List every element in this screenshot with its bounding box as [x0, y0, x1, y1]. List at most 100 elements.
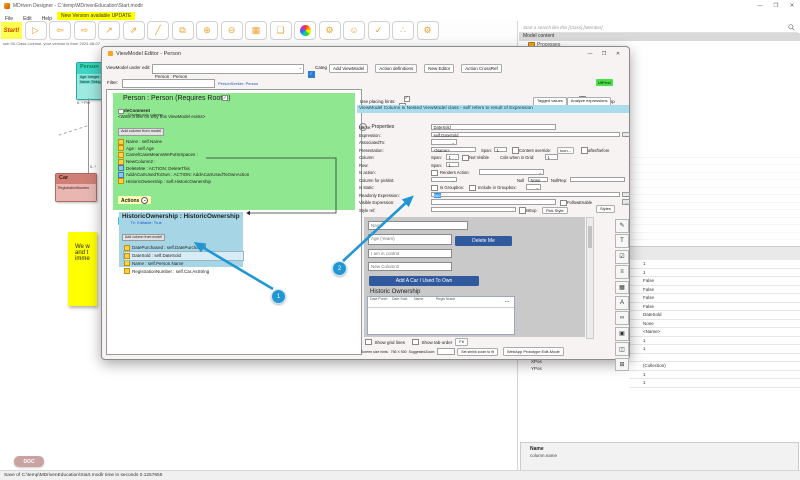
enum-icon[interactable]: ≡	[615, 265, 629, 279]
presentation-span-input[interactable]: 1	[494, 146, 507, 153]
preview-table[interactable]: Date Purch Date Sold Name Regis Numb ...	[367, 296, 515, 335]
viewmodel-select[interactable]: Person : Person	[152, 64, 304, 79]
preview-name-field[interactable]: Name	[368, 221, 468, 230]
cols-when-grid-input[interactable]: 1	[545, 154, 558, 160]
property-grid-row[interactable]: False	[629, 277, 800, 286]
isexp-checkbox[interactable]	[519, 207, 526, 214]
add-column-button[interactable]: Add column from model	[118, 128, 165, 136]
pick-style-button[interactable]: Pick Style	[542, 206, 568, 214]
arrow-left-icon[interactable]: ⇦	[49, 21, 71, 40]
maximize-button[interactable]: ❐	[768, 0, 784, 12]
column-span-input[interactable]: 1	[446, 154, 459, 160]
viewmodel-column-row[interactable]: NewColumn2 :	[118, 158, 355, 165]
doc-tab[interactable]: DOC	[14, 456, 44, 467]
not-visible-checkbox[interactable]	[462, 154, 469, 161]
line-tool-icon[interactable]: ╱	[147, 21, 169, 40]
associated-select[interactable]	[431, 139, 457, 145]
preview-table-header[interactable]: Date Purch	[368, 297, 390, 307]
visible-expression-input[interactable]	[431, 199, 556, 205]
content-override-checkbox[interactable]	[512, 147, 519, 154]
is-action-checkbox[interactable]	[431, 169, 438, 176]
property-grid-row[interactable]: 1	[629, 345, 800, 354]
viewmodel-column-row[interactable]: DeleteMe : ACTION: DeleteThis	[118, 165, 355, 172]
picture-icon[interactable]: ◫	[615, 342, 629, 356]
is-groupbox-checkbox[interactable]	[469, 184, 476, 191]
zoom-in-icon[interactable]: ⊕	[196, 21, 218, 40]
comment-hint[interactable]: <Write a line on why this ViewModel exis…	[118, 114, 355, 120]
sticky-note[interactable]: We w and t imme	[68, 232, 97, 306]
property-grid-row[interactable]	[629, 354, 800, 362]
settings-gear-icon[interactable]: ⚙	[416, 21, 439, 40]
preview-delete-button[interactable]: Delete Me	[455, 236, 512, 246]
dialog-close-button[interactable]: ✕	[611, 51, 625, 57]
checkbox-icon[interactable]: ☑	[615, 249, 629, 264]
preview-add-car-button[interactable]: Add A Car I Used To Own	[369, 276, 479, 286]
property-grid-row[interactable]: <Name>	[629, 328, 800, 337]
shrink-zoom-button[interactable]: Set shrink zoom to fit	[457, 347, 498, 356]
property-grid-row[interactable]: False	[629, 303, 800, 311]
nested-viewmodel-panel[interactable]: HistoricOwnership : HistoricOwnership TV…	[119, 212, 244, 275]
row-span-input[interactable]: 1	[446, 161, 459, 168]
preview-newcolumn2-field[interactable]: New Column2	[368, 262, 452, 271]
class-car[interactable]: Car RegistrationNumber	[55, 173, 97, 202]
viewmodel-column-row[interactable]: HistoricOwnership : self.HistoricOwnersh…	[118, 178, 355, 185]
afterbefore-checkbox[interactable]	[581, 147, 588, 154]
table-options-ellipsis[interactable]: ...	[505, 298, 509, 304]
display-sub-column-checkbox[interactable]	[118, 108, 124, 115]
property-grid-row[interactable]: 1	[629, 260, 800, 269]
pointer-new-icon[interactable]: ⇗	[122, 21, 145, 40]
filter-links[interactable]: PersonSeeker: Person	[218, 81, 258, 86]
dialog-toolbar-button[interactable]: Action definitions	[375, 63, 418, 74]
gears-icon[interactable]: ⚙	[318, 21, 341, 40]
filter-input[interactable]	[122, 79, 215, 88]
zoom-out-icon[interactable]: ⊖	[220, 21, 243, 40]
preview-age-field[interactable]: Age (Years)	[368, 234, 452, 245]
show-grid-lines-checkbox[interactable]	[365, 338, 372, 346]
style-ref-input[interactable]	[431, 206, 516, 212]
fit-button[interactable]: Fit	[455, 338, 468, 346]
expression-ellipsis-button[interactable]: ...	[622, 131, 630, 138]
update-banner[interactable]: New Version available UPDATE	[56, 12, 136, 21]
network-icon[interactable]: ∴	[392, 21, 414, 40]
visible-ellipsis-button[interactable]: ...	[622, 199, 630, 205]
null-select[interactable]: None	[528, 176, 548, 183]
include-groupbox-select[interactable]	[526, 184, 541, 190]
layers-icon[interactable]: ❏	[269, 21, 292, 40]
root-viewmodel-panel[interactable]: Person : Person (Requires Root) Display …	[113, 93, 355, 225]
presentation-input[interactable]: <Name>	[431, 146, 476, 153]
search-input[interactable]: Start a search like this [Class].[Member…	[519, 22, 798, 33]
pointer-icon[interactable]: ↗	[98, 21, 120, 40]
viewmodel-column-row[interactable]: DatePurchased : self.DatePurchased	[124, 244, 243, 252]
property-grid-row[interactable]: 1	[629, 379, 800, 388]
play-icon[interactable]: ▷	[24, 21, 47, 40]
dialog-toolbar-button[interactable]: Action CrossRef	[461, 63, 502, 74]
nullrep-input[interactable]	[570, 176, 625, 182]
property-grid-row[interactable]: 1	[629, 371, 800, 379]
viewmodel-column-row[interactable]: CamelCaseMeansWePutInSpaces :	[118, 151, 355, 159]
viewmodel-column-row[interactable]: Name : self.Person.Name	[124, 260, 243, 268]
readonly-ellipsis-button[interactable]: ...	[622, 191, 630, 198]
edit-icon[interactable]: ✎	[615, 219, 629, 233]
preview-table-header[interactable]: Date Sold	[390, 297, 412, 307]
viewmodel-column-row[interactable]: Name : self.Name	[118, 138, 355, 146]
property-grid-row[interactable]: 1	[629, 337, 800, 345]
grid-icon[interactable]: ⊞	[615, 357, 629, 372]
dialog-toolbar-button[interactable]: New Editor	[424, 63, 455, 74]
requires-root-checkbox[interactable]	[222, 95, 229, 102]
viewmodel-column-row[interactable]: AddACarIUsedToOwn : ACTION: AddACarIUsed…	[118, 171, 355, 178]
viewmodel-column-row[interactable]: RegistrationNumber : self.Car.AsString	[124, 267, 243, 275]
property-grid-row[interactable]: None	[629, 320, 800, 328]
dialog-maximize-button[interactable]: ❐	[597, 51, 611, 57]
followenable-checkbox[interactable]	[560, 199, 567, 206]
show-tab-order-checkbox[interactable]	[412, 338, 419, 346]
minimize-button[interactable]: —	[752, 0, 768, 12]
nested-add-column-button[interactable]: Add column from model	[122, 234, 165, 242]
close-button[interactable]: ✕	[784, 0, 800, 12]
actions-expander[interactable]: Actions ⌄	[118, 196, 152, 205]
preview-table-header[interactable]: Regis Numb	[434, 297, 456, 307]
readonly-expression-input[interactable]: true	[431, 191, 620, 198]
webapp-prototype-button[interactable]: WebApp Prototype Edit-Mode	[502, 347, 564, 356]
arrow-right-icon[interactable]: ⇨	[73, 21, 96, 40]
viewmodel-column-row[interactable]: Age : self.Age	[118, 145, 355, 152]
tv-editable-link[interactable]: TV: Editable: True	[130, 220, 243, 225]
